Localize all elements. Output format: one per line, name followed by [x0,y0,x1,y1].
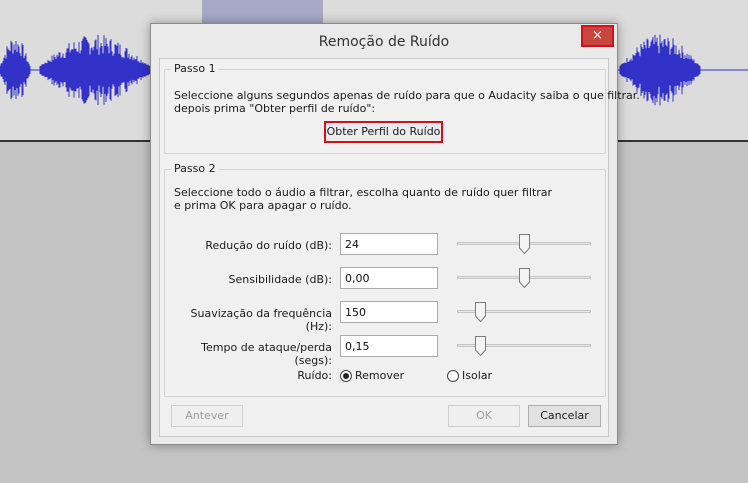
slider-thumb[interactable] [519,234,530,254]
radio-isolate[interactable]: Isolar [447,369,492,382]
step1-group: Passo 1 Seleccione alguns segundos apena… [164,62,640,154]
radio-isolate-indicator[interactable] [447,369,459,382]
attack-decay-input[interactable] [340,335,438,357]
noise-removal-dialog: Remoção de Ruído × Passo 1 Seleccione al… [150,23,640,445]
step1-instruction-line2: depois prima "Obter perfil de ruído": [174,102,376,115]
step1-legend: Passo 1 [171,62,219,75]
dialog-titlebar[interactable]: Remoção de Ruído × [151,24,617,58]
frequency-smoothing-slider[interactable] [457,302,591,322]
sensitivity-input[interactable] [340,267,438,289]
sensitivity-label: Sensibilidade (dB): [228,273,332,286]
attack-decay-label: Tempo de ataque/perda (segs): [201,341,332,367]
slider-thumb[interactable] [519,268,530,288]
radio-isolate-label: Isolar [462,369,493,382]
ok-button[interactable]: OK [448,405,520,427]
sensitivity-slider[interactable] [457,268,591,288]
radio-remove[interactable]: Remover [340,369,404,382]
slider-thumb[interactable] [475,336,486,356]
noise-reduction-label: Redução do ruído (dB): [205,239,332,252]
noise-reduction-input[interactable] [340,233,438,255]
frequency-smoothing-input[interactable] [340,301,438,323]
close-icon: × [592,28,603,43]
step2-instruction-line2: e prima OK para apagar o ruído. [174,199,352,212]
radio-remove-label: Remover [355,369,405,382]
close-button[interactable]: × [581,25,614,47]
dialog-body: Passo 1 Seleccione alguns segundos apena… [159,58,640,437]
preview-button[interactable]: Antever [171,405,243,427]
noise-reduction-slider[interactable] [457,234,591,254]
cancel-button[interactable]: Cancelar [528,405,601,427]
step2-legend: Passo 2 [171,162,219,175]
radio-remove-indicator[interactable] [340,369,352,382]
step1-instruction-line1: Seleccione alguns segundos apenas de ruí… [174,89,640,102]
get-noise-profile-button[interactable]: Obter Perfil do Ruído [324,121,443,143]
frequency-smoothing-label: Suavização da frequência (Hz): [190,307,332,333]
step2-instruction-line1: Seleccione todo o áudio a filtrar, escol… [174,186,553,199]
attack-decay-slider[interactable] [457,336,591,356]
slider-thumb[interactable] [475,302,486,322]
dialog-title: Remoção de Ruído [318,34,450,50]
noise-mode-label: Ruído: [297,369,332,382]
step2-group: Passo 2 Seleccione todo o áudio a filtra… [164,162,606,397]
